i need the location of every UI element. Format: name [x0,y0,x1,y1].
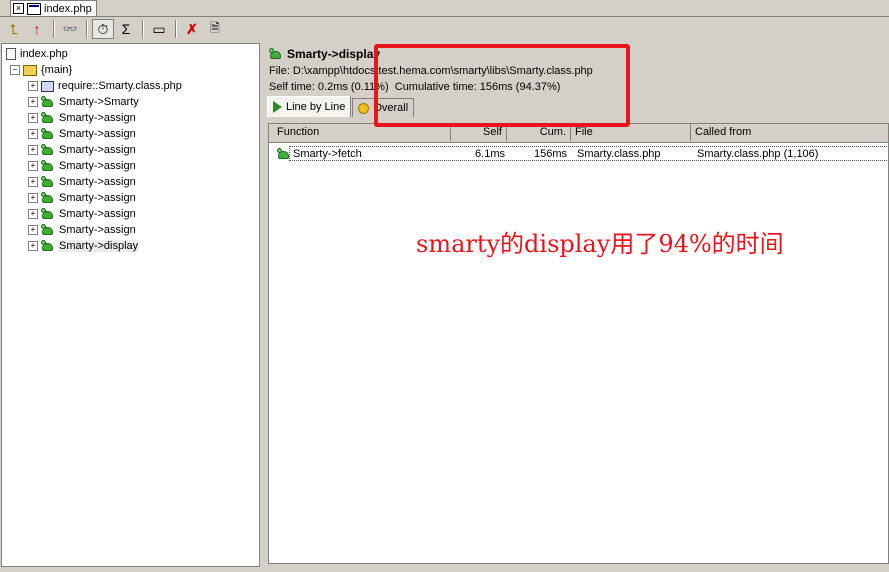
function-frog-icon [41,144,55,156]
tree-main[interactable]: − {main} [10,62,72,78]
cell-file: Smarty.class.php [577,148,661,160]
toolbar: ⮤ ↑ 👓 ⏱ Σ ▭ ✗ 🗎 [0,17,889,41]
calls-grid[interactable]: Function Self Cum. File Called from Smar… [268,123,889,564]
tree-item[interactable]: + Smarty->assign [28,158,136,174]
tree-item[interactable]: + Smarty->assign [28,142,136,158]
php-file-icon [6,48,16,60]
function-frog-icon [277,148,291,160]
go-up-icon: ↑ [33,21,41,37]
expand-icon[interactable]: + [28,225,38,235]
toolbar-separator [142,20,144,38]
filter-icon: ▭ [152,20,166,37]
function-name: Smarty->display [287,47,381,61]
go-up-button[interactable]: ↑ [26,19,48,39]
function-title: Smarty->display [269,47,380,61]
expand-icon[interactable]: + [28,81,38,91]
function-frog-icon [41,192,55,204]
tree-item-label: Smarty->assign [59,160,136,172]
tree-item[interactable]: + Smarty->Smarty [28,94,139,110]
tab-label: Line by Line [286,101,346,113]
expand-icon[interactable]: + [28,161,38,171]
expand-icon[interactable]: + [28,177,38,187]
expand-icon[interactable]: + [28,209,38,219]
cell-called-from: Smarty.class.php (1,106) [697,148,819,160]
expand-icon[interactable]: + [28,193,38,203]
tree-root-label: index.php [20,48,68,60]
cell-function: Smarty->fetch [293,148,362,160]
include-file-icon [41,80,54,92]
tree-item-label: Smarty->assign [59,144,136,156]
open-parent-icon: ⮤ [9,20,19,37]
export-icon: 🗎 [210,20,220,35]
toolbar-separator [53,20,55,38]
close-tab-icon[interactable]: × [13,3,24,14]
toolbar-separator [86,20,88,38]
php-file-icon [27,2,41,15]
document-tab-strip: × index.php [0,0,889,17]
delete-button[interactable]: ✗ [181,19,203,39]
play-icon [273,101,282,113]
function-frog-icon [41,160,55,172]
function-frog-icon [41,208,55,220]
tree-root[interactable]: index.php [6,46,68,62]
tree-item-label: Smarty->assign [59,176,136,188]
expand-icon[interactable]: + [28,129,38,139]
find-button[interactable]: 👓 [59,19,81,39]
column-header-called-from[interactable]: Called from [691,124,888,141]
self-time: Self time: 0.2ms (0.11%) [269,81,389,93]
play-folder-icon [23,64,37,76]
function-frog-icon [41,176,55,188]
tree-item-selected[interactable]: + Smarty->display [28,238,139,254]
tree-item-label: Smarty->assign [59,112,136,124]
tree-item[interactable]: + Smarty->assign [28,174,136,190]
tree-item-label: Smarty->assign [59,192,136,204]
filter-button[interactable]: ▭ [148,19,170,39]
call-tree-pane[interactable]: index.php − {main} + require::Smarty.cla… [1,43,260,567]
function-frog-icon [269,48,283,60]
tree-item[interactable]: + Smarty->assign [28,110,136,126]
tree-item[interactable]: + require::Smarty.class.php [28,78,182,94]
cell-cum: 156ms [533,148,567,160]
function-frog-icon [41,240,55,252]
tree-item[interactable]: + Smarty->assign [28,222,136,238]
delete-icon: ✗ [186,20,198,37]
expand-icon[interactable]: + [28,113,38,123]
function-frog-icon [41,112,55,124]
sum-button[interactable]: Σ [115,19,137,39]
highlight-box [374,44,630,127]
function-frog-icon [41,224,55,236]
tree-item-label: Smarty->assign [59,128,136,140]
timer-button[interactable]: ⏱ [92,19,114,39]
expand-icon[interactable]: + [28,97,38,107]
tree-item[interactable]: + Smarty->assign [28,206,136,222]
expand-icon[interactable]: + [28,145,38,155]
table-row[interactable]: Smarty->fetch 6.1ms 156ms Smarty.class.p… [269,146,888,162]
tree-item-label: Smarty->assign [59,224,136,236]
cell-self: 6.1ms [475,148,505,160]
toolbar-separator [175,20,177,38]
collapse-icon[interactable]: − [10,65,20,75]
tab-line-by-line[interactable]: Line by Line [267,96,352,117]
tree-item-label: Smarty->display [59,240,139,252]
tree-main-label: {main} [41,64,73,76]
function-frog-icon [41,96,55,108]
annotation-text: smarty的display用了94%的时间 [416,230,784,258]
export-button[interactable]: 🗎 [204,19,226,39]
open-parent-button[interactable]: ⮤ [3,19,25,39]
tree-item[interactable]: + Smarty->assign [28,190,136,206]
tree-item-label: Smarty->Smarty [59,96,139,108]
expand-icon[interactable]: + [28,241,38,251]
find-icon: 👓 [62,22,78,36]
document-tab[interactable]: × index.php [10,0,97,16]
tree-item-label: require::Smarty.class.php [58,80,182,92]
tree-item-label: Smarty->assign [59,208,136,220]
timer-icon: ⏱ [97,20,109,37]
sum-icon: Σ [121,21,131,37]
tree-item[interactable]: + Smarty->assign [28,126,136,142]
coin-icon [358,102,370,114]
document-tab-title: index.php [44,2,92,15]
function-frog-icon [41,128,55,140]
